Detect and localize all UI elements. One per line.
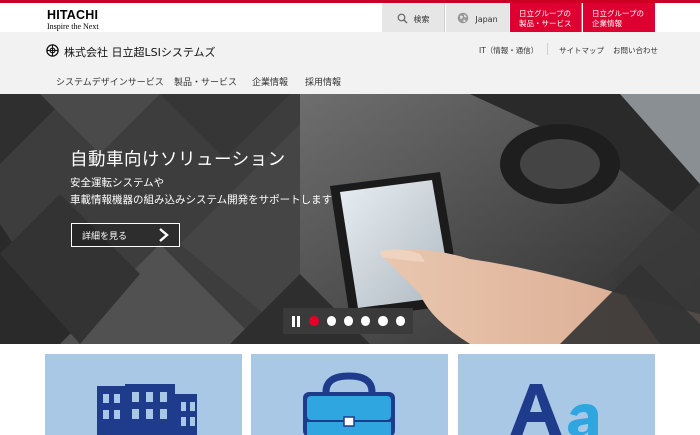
nav-products[interactable]: 製品・サービス (174, 75, 237, 88)
card-company[interactable] (45, 354, 242, 435)
search-button[interactable]: 検索 (382, 3, 445, 35)
details-button-label: 詳細を見る (82, 231, 128, 242)
language-label: Japan (475, 14, 498, 24)
sitemap-link[interactable]: サイトマップ (559, 45, 604, 56)
slide-dot[interactable] (326, 316, 336, 326)
group-products-line1: 日立グループの (519, 9, 572, 19)
card-business[interactable] (251, 354, 448, 435)
chevron-right-icon (158, 227, 170, 246)
briefcase-icon (303, 372, 395, 435)
slide-dot[interactable] (378, 316, 388, 326)
search-label: 検索 (413, 14, 430, 24)
slide-dot[interactable] (309, 316, 319, 326)
nav-recruit[interactable]: 採用情報 (305, 75, 341, 88)
building-icon (97, 384, 197, 435)
language-selector[interactable]: Japan (446, 3, 509, 35)
group-corporate-line2: 企業情報 (592, 19, 622, 28)
carousel-pager (283, 308, 413, 334)
details-button[interactable]: 詳細を見る (71, 223, 180, 247)
brand-tagline: Inspire the Next (47, 21, 99, 31)
group-products-line2: 製品・サービス (519, 19, 572, 28)
contact-link[interactable]: お問い合わせ (613, 45, 658, 56)
card-recruit[interactable] (458, 354, 655, 435)
hitachi-mark-icon (46, 44, 59, 60)
company-name: 株式会社 日立超LSIシステムズ (64, 46, 216, 59)
category-cards (0, 344, 700, 435)
hero-subtitle: 安全運転システムや 車載情報機器の組み込みシステム開発をサポートします (70, 175, 332, 209)
slide-dot[interactable] (395, 316, 406, 326)
hero-subtitle-line2: 車載情報機器の組み込みシステム開発をサポートします (70, 194, 333, 206)
company-logo[interactable]: 株式会社 日立超LSIシステムズ (46, 44, 216, 60)
company-header: 株式会社 日立超LSIシステムズ IT（情報・通信） サイトマップ お問い合わせ… (0, 32, 700, 94)
top-bar: HITACHI Inspire the Next 検索 Japan 日立グループ… (0, 0, 700, 35)
globe-icon (457, 12, 469, 26)
nav-corporate[interactable]: 企業情報 (252, 75, 288, 88)
hero-carousel[interactable]: 自動車向けソリューション 安全運転システムや 車載情報機器の組み込みシステム開発… (0, 94, 700, 344)
hero-background-image (0, 94, 700, 344)
nav-system-design[interactable]: システムデザインサービス (56, 75, 164, 88)
pause-icon[interactable] (292, 315, 301, 327)
it-link[interactable]: IT（情報・通信） (479, 45, 538, 56)
hero-subtitle-line1: 安全運転システムや (70, 177, 165, 189)
group-corporate-line1: 日立グループの (592, 9, 645, 19)
divider (547, 43, 548, 55)
hero-title: 自動車向けソリューション (70, 150, 286, 170)
text-font-icon (510, 384, 598, 435)
hitachi-logo[interactable]: HITACHI Inspire the Next (47, 9, 99, 31)
group-corporate-link[interactable]: 日立グループの 企業情報 (583, 3, 655, 35)
search-icon (397, 13, 408, 26)
slide-dot[interactable] (343, 316, 354, 326)
slide-dot[interactable] (361, 316, 371, 326)
group-products-link[interactable]: 日立グループの 製品・サービス (510, 3, 582, 35)
brand-name: HITACHI (47, 8, 99, 22)
